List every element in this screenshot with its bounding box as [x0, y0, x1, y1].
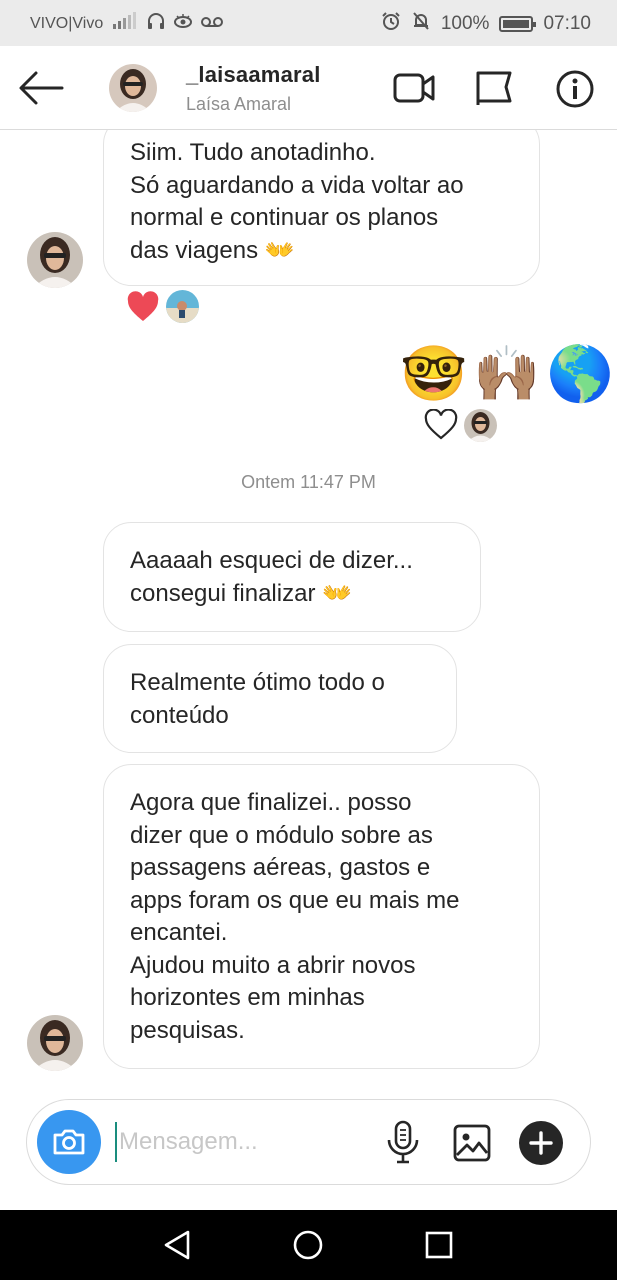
eye-icon	[173, 13, 193, 34]
message-line: Siim. Tudo anotadinho.	[130, 139, 376, 166]
nav-back-button[interactable]	[160, 1228, 194, 1262]
message-line: Agora que finalizei.. posso	[130, 789, 412, 816]
voice-message-button[interactable]	[385, 1120, 421, 1164]
message-bubble[interactable]: Realmente ótimo todo o conteúdo	[103, 644, 457, 753]
alarm-icon	[381, 11, 401, 36]
signal-icon	[111, 12, 139, 35]
back-button[interactable]	[18, 68, 64, 108]
chat-header: _laisaamaral Laísa Amaral	[0, 46, 617, 130]
header-fullname: Laísa Amaral	[186, 94, 292, 114]
camera-button[interactable]	[37, 1110, 101, 1174]
microphone-icon	[387, 1120, 419, 1164]
heart-icon	[127, 291, 159, 321]
globe-emoji: 🌎	[546, 344, 614, 404]
clock: 07:10	[543, 12, 591, 34]
video-camera-icon	[393, 73, 435, 103]
sender-avatar[interactable]	[27, 1015, 83, 1071]
carrier-label: VIVO|Vivo	[30, 14, 104, 32]
direct-message-screen: VIVO|Vivo 100% 07:10 _laisaamaral Laísa …	[0, 0, 617, 1280]
flag-icon	[476, 71, 512, 105]
flag-button[interactable]	[474, 70, 516, 106]
status-bar: VIVO|Vivo 100% 07:10	[0, 0, 617, 46]
nav-back-icon	[164, 1230, 190, 1260]
headphones-icon	[147, 12, 165, 35]
battery-percent: 100%	[440, 12, 490, 34]
sender-avatar[interactable]	[27, 232, 83, 288]
header-user-info[interactable]: _laisaamaral Laísa Amaral	[186, 62, 321, 115]
reactor-avatar[interactable]	[464, 409, 497, 442]
timestamp: Ontem 11:47 PM	[241, 472, 376, 492]
reactor-avatar[interactable]	[166, 290, 199, 323]
message-line: Ajudou muito a abrir novos	[130, 951, 416, 979]
header-avatar[interactable]	[109, 64, 157, 112]
message-line: conteúdo	[130, 701, 229, 729]
system-navigation-bar	[0, 1210, 617, 1280]
message-line: Aaaaah esqueci de dizer...	[130, 547, 413, 574]
message-line: das viagens 👐	[130, 236, 295, 264]
message-input[interactable]	[115, 1122, 365, 1162]
message-thread: Siim. Tudo anotadinho. Só aguardando a v…	[0, 130, 617, 1096]
message-line: pesquisas.	[130, 1016, 245, 1044]
info-button[interactable]	[555, 70, 597, 108]
voicemail-icon	[201, 14, 224, 34]
message-line: apps foram os que eu mais me	[130, 886, 460, 914]
raised-hands-emoji: 🙌🏽	[473, 344, 541, 404]
message-line: horizontes em minhas	[130, 984, 365, 1011]
message-line: dizer que o módulo sobre as	[130, 821, 433, 849]
message-line: passagens aéreas, gastos e	[130, 854, 431, 881]
message-bubble[interactable]: Agora que finalizei.. posso dizer que o …	[103, 764, 540, 1069]
image-icon	[453, 1124, 491, 1162]
emoji-message[interactable]: 🤓 🙌🏽 🌎	[400, 342, 614, 406]
more-options-button[interactable]	[519, 1121, 563, 1165]
message-line: consegui finalizar 👐	[130, 579, 352, 607]
gallery-button[interactable]	[452, 1123, 492, 1163]
nav-home-icon	[293, 1230, 323, 1260]
video-call-button[interactable]	[393, 70, 435, 106]
message-composer	[26, 1099, 591, 1185]
mute-bell-icon	[411, 11, 431, 36]
plus-icon	[529, 1131, 553, 1155]
nav-home-button[interactable]	[291, 1228, 325, 1262]
arrow-left-icon	[19, 71, 64, 105]
message-line: Realmente ótimo todo o	[130, 669, 385, 696]
heart-reaction[interactable]	[126, 290, 160, 324]
message-line: Só aguardando a vida voltar ao	[130, 171, 464, 199]
message-bubble[interactable]: Aaaaah esqueci de dizer... consegui fina…	[103, 522, 481, 632]
message-bubble[interactable]: Siim. Tudo anotadinho. Só aguardando a v…	[103, 130, 540, 286]
heart-outline-reaction[interactable]	[424, 408, 458, 443]
nav-recents-button[interactable]	[422, 1228, 456, 1262]
nerd-emoji: 🤓	[400, 344, 468, 404]
nav-recents-icon	[425, 1231, 453, 1259]
info-icon	[556, 70, 594, 108]
camera-icon	[53, 1129, 85, 1155]
message-line: encantei.	[130, 919, 228, 946]
battery-icon	[499, 15, 537, 32]
message-line: normal e continuar os planos	[130, 204, 439, 231]
heart-icon	[424, 408, 458, 440]
header-username: _laisaamaral	[186, 62, 321, 87]
